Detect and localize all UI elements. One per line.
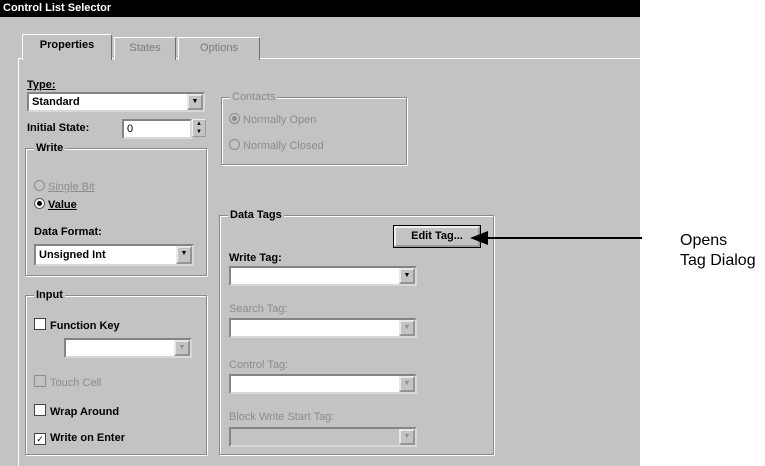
tab-states[interactable]: States bbox=[114, 37, 176, 60]
initial-state-spinner[interactable]: ▲ ▼ bbox=[192, 119, 206, 137]
initial-state-input[interactable]: 0 bbox=[122, 119, 192, 139]
edit-tag-button[interactable]: Edit Tag... bbox=[393, 225, 481, 248]
checkbox-icon bbox=[34, 375, 46, 387]
radio-selected-icon bbox=[229, 113, 240, 124]
chevron-down-icon[interactable]: ▼ bbox=[399, 320, 415, 336]
chevron-down-icon[interactable]: ▼ bbox=[176, 246, 192, 264]
spin-down-icon[interactable]: ▼ bbox=[193, 128, 205, 136]
data-format-select[interactable]: Unsigned Int ▼ bbox=[34, 244, 194, 266]
check-mark-icon: ✓ bbox=[34, 433, 46, 445]
block-write-start-tag-label: Block Write Start Tag: bbox=[229, 411, 335, 423]
tab-options[interactable]: Options bbox=[178, 37, 260, 60]
spin-up-icon[interactable]: ▲ bbox=[193, 120, 205, 128]
normally-closed-radio[interactable]: Normally Closed bbox=[229, 139, 324, 152]
radio-icon bbox=[229, 139, 240, 150]
chevron-down-icon[interactable]: ▼ bbox=[399, 376, 415, 392]
function-key-checkbox[interactable]: Function Key bbox=[34, 318, 120, 332]
write-on-enter-checkbox[interactable]: ✓ Write on Enter bbox=[34, 432, 125, 445]
title-bar[interactable]: Control List Selector bbox=[0, 0, 640, 17]
window-title: Control List Selector bbox=[3, 2, 112, 14]
chevron-down-icon[interactable]: ▼ bbox=[187, 94, 203, 110]
function-key-select[interactable]: ▼ bbox=[64, 338, 192, 358]
normally-open-radio[interactable]: Normally Open bbox=[229, 113, 316, 126]
search-tag-select[interactable]: ▼ bbox=[229, 318, 417, 338]
write-tag-label: Write Tag: bbox=[229, 252, 282, 264]
type-label: Type: bbox=[27, 79, 56, 91]
search-tag-label: Search Tag: bbox=[229, 303, 288, 315]
control-tag-label: Control Tag: bbox=[229, 359, 289, 371]
contacts-group: Contacts bbox=[221, 91, 407, 165]
tab-strip: Properties States Options bbox=[22, 34, 632, 60]
data-format-label: Data Format: bbox=[34, 226, 102, 238]
single-bit-radio[interactable]: Single Bit bbox=[34, 180, 94, 193]
initial-state-label: Initial State: bbox=[27, 122, 90, 134]
chevron-down-icon[interactable]: ▼ bbox=[399, 268, 415, 284]
callout-line-2: Tag Dialog bbox=[680, 252, 756, 269]
chevron-down-icon[interactable]: ▼ bbox=[399, 429, 415, 445]
radio-selected-icon bbox=[34, 198, 45, 209]
write-tag-select[interactable]: ▼ bbox=[229, 266, 417, 286]
tab-properties[interactable]: Properties bbox=[22, 34, 112, 60]
touch-cell-checkbox[interactable]: Touch Cell bbox=[34, 375, 101, 389]
chevron-down-icon[interactable]: ▼ bbox=[174, 340, 190, 356]
checkbox-icon bbox=[34, 404, 46, 416]
wrap-around-checkbox[interactable]: Wrap Around bbox=[34, 404, 119, 418]
checkbox-icon bbox=[34, 318, 46, 330]
type-select[interactable]: Standard ▼ bbox=[27, 92, 205, 112]
control-list-selector-dialog: Control List Selector Properties States … bbox=[0, 0, 640, 466]
callout-line bbox=[480, 237, 642, 239]
contacts-group-title: Contacts bbox=[230, 91, 278, 103]
control-tag-select[interactable]: ▼ bbox=[229, 374, 417, 394]
callout-text: Opens Tag Dialog bbox=[680, 231, 756, 271]
callout-line-1: Opens bbox=[680, 232, 728, 249]
input-group-title: Input bbox=[34, 289, 65, 301]
write-group-title: Write bbox=[34, 142, 66, 154]
callout-arrow-icon bbox=[470, 231, 488, 245]
data-tags-group-title: Data Tags bbox=[228, 209, 284, 221]
radio-icon bbox=[34, 180, 45, 191]
block-write-start-tag-select[interactable]: ▼ bbox=[229, 427, 417, 447]
value-radio[interactable]: Value bbox=[34, 198, 77, 211]
